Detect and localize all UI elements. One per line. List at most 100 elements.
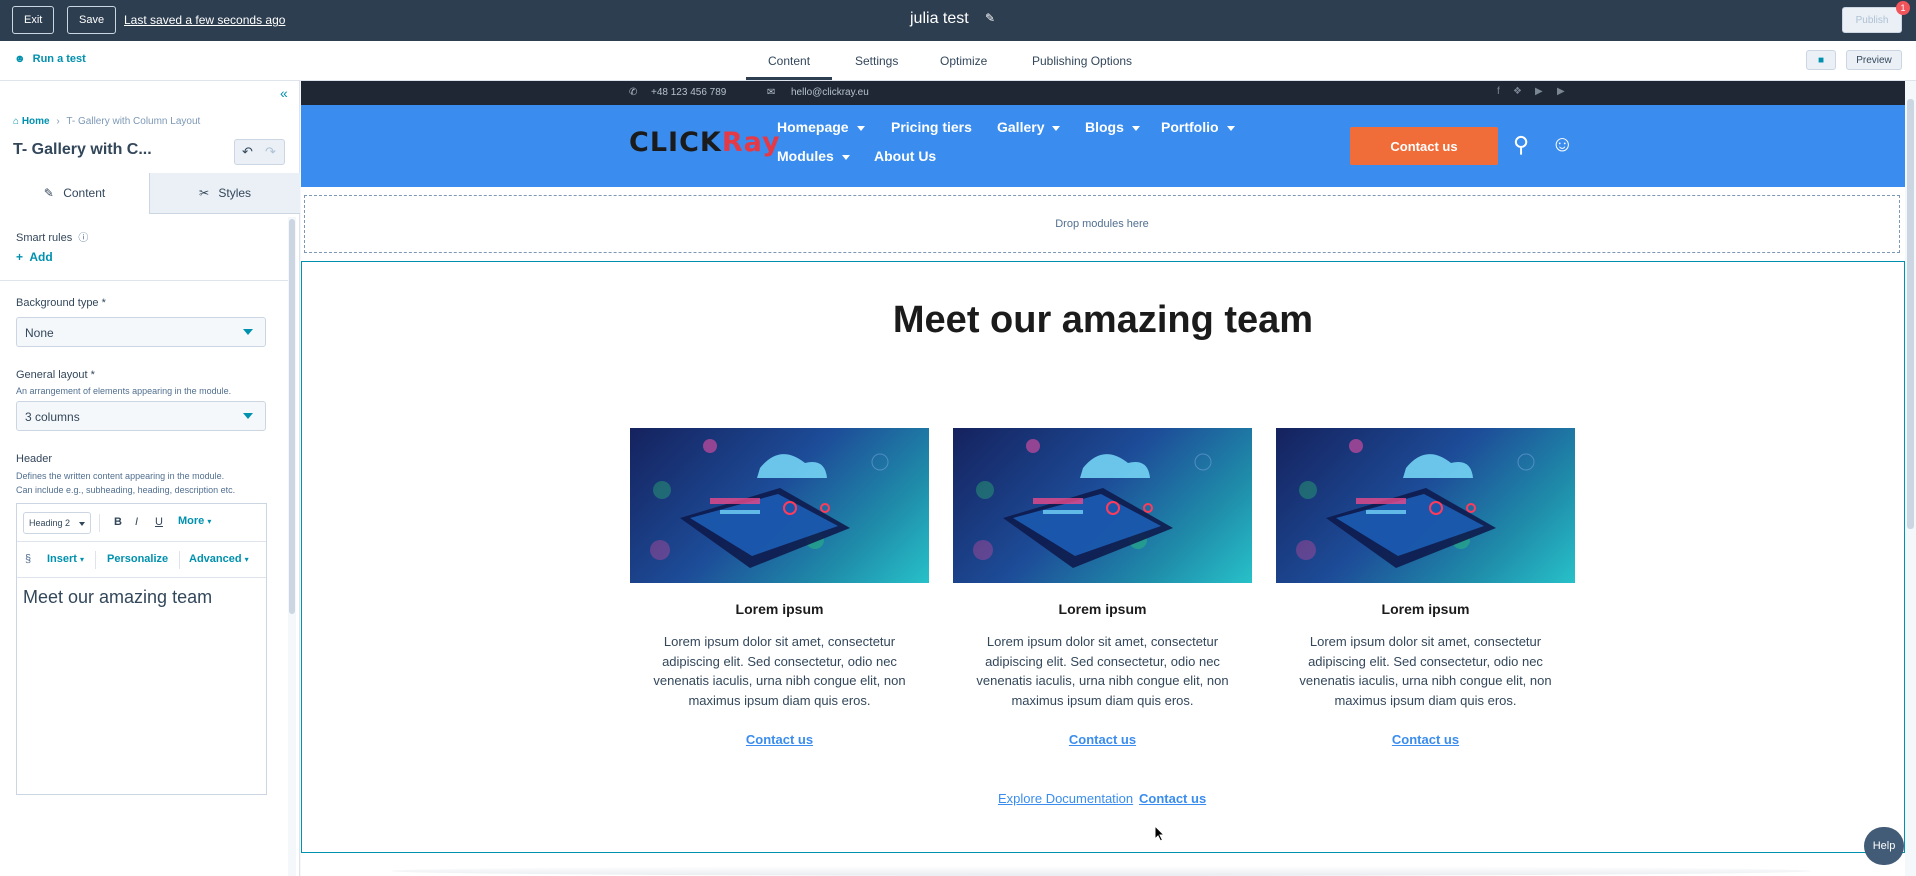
site-navigation: CLICKRay Homepage Pricing tiers Gallery … [301,105,1905,187]
nav-item-homepage[interactable]: Homepage [777,119,865,135]
panel-tab-styles[interactable]: ✂ Styles [150,173,300,214]
nav-item-gallery[interactable]: Gallery [997,119,1061,135]
advanced-menu[interactable]: Advanced ▾ [189,553,249,565]
info-icon[interactable]: ⓘ [78,233,88,244]
card-description: Lorem ipsum dolor sit amet, consectetur … [1276,632,1575,710]
chevron-down-icon [79,522,85,526]
tab-settings[interactable]: Settings [855,54,898,68]
breadcrumb-separator: › [56,116,60,127]
underline-button[interactable]: U [155,516,163,528]
card-description-line: adipiscing elit. Sed consectetur, odio n… [662,653,897,669]
card-description-line: Lorem ipsum dolor sit amet, consectetur [1309,634,1542,649]
nav-item-pricing-tiers[interactable]: Pricing tiers [891,119,972,135]
card-description-line: venenatis iaculis, urna nibh congue elit… [976,673,1229,688]
card-name: Lorem ipsum [1058,601,1147,617]
background-type-select[interactable]: None [16,317,266,347]
card-description-line: adipiscing elit. Sed consectetur, odio n… [985,653,1220,669]
last-saved-link[interactable]: Last saved a few seconds ago [124,13,285,27]
redo-icon[interactable]: ↷ [265,144,276,160]
chevron-down-icon: ▾ [207,517,212,526]
twitter-icon[interactable]: ❖ [1513,86,1522,97]
nav-label: Modules [777,148,834,164]
top-bar: Exit Save Last saved a few seconds ago j… [0,0,1916,41]
header-label: Header [16,453,53,465]
clickray-logo[interactable]: CLICKRay [629,127,781,158]
save-button[interactable]: Save [67,6,117,34]
card-description-line: Lorem ipsum dolor sit amet, consectetur [663,634,896,649]
italic-button[interactable]: I [135,516,138,528]
edit-title-pencil-icon[interactable]: ✎ [985,11,995,25]
panel-tab-content[interactable]: ✎ Content [0,173,150,214]
more-menu[interactable]: More ▾ [178,515,211,527]
toolbar-separator [95,551,96,569]
card-contact-link[interactable]: Contact us [953,732,1252,747]
home-icon: ⌂ [13,116,20,127]
add-smart-rule-button[interactable]: + Add [16,250,53,264]
bold-button[interactable]: B [114,516,122,528]
undo-icon[interactable]: ↶ [242,144,253,160]
card-contact-link[interactable]: Contact us [1276,732,1575,747]
tab-publishing-options[interactable]: Publishing Options [1032,54,1132,68]
card-contact-link[interactable]: Contact us [630,732,929,747]
footer-contact-link[interactable]: Contact us [1139,791,1206,806]
advanced-label: Advanced [189,553,242,565]
youtube-icon[interactable]: ▶ [1557,86,1565,97]
source-code-icon[interactable]: § [25,553,31,565]
nav-item-modules[interactable]: Modules [777,148,850,164]
breadcrumb-home[interactable]: Home [22,116,50,127]
personalize-button[interactable]: Personalize [107,553,168,565]
user-account-icon[interactable]: ☺ [1551,131,1573,157]
panel-tab-content-label: Content [63,186,106,200]
general-layout-select[interactable]: 3 columns [16,401,266,431]
comments-button[interactable]: ■ [1806,50,1836,70]
chevron-down-icon: ▾ [80,555,85,564]
youtube-icon[interactable]: ▶ [1535,86,1543,97]
editor-nav-row: ☻ Run a test Content Settings Optimize P… [0,41,1916,81]
editor-toolbar-secondary: § Insert ▾ Personalize Advanced ▾ [17,542,266,578]
panel-tab-styles-label: Styles [218,186,252,200]
card-name: Lorem ipsum [735,601,824,617]
background-type-label: Background type * [16,297,106,309]
heading-style-select[interactable]: Heading 2 [23,512,91,534]
logo-text-ray: Ray [721,127,781,158]
drop-modules-zone[interactable]: Drop modules here [304,195,1900,253]
header-help-1: Defines the written content appearing in… [16,471,225,481]
card-description-line: maximus ipsum diam quis eros. [1011,692,1194,708]
chevron-down-icon [1052,125,1061,131]
person-icon: ☻ [14,53,26,65]
collapse-sidebar-icon[interactable]: « [280,85,288,101]
chevron-down-icon [243,413,253,419]
nav-item-blogs[interactable]: Blogs [1085,119,1140,135]
exit-button[interactable]: Exit [12,6,55,34]
chevron-down-icon [856,125,865,131]
editor-content[interactable]: Meet our amazing team [23,587,212,608]
card-description: Lorem ipsum dolor sit amet, consectetur … [630,632,929,710]
explore-documentation-link[interactable]: Explore Documentation [998,791,1133,806]
smart-rules-label: Smart rules ⓘ [16,229,88,244]
breadcrumb-current: T- Gallery with Column Layout [66,116,201,127]
facebook-icon[interactable]: f [1497,86,1500,97]
tab-optimize[interactable]: Optimize [940,54,987,68]
chevron-down-icon: ▾ [244,555,249,564]
header-contact-button[interactable]: Contact us [1350,127,1498,165]
run-test-link[interactable]: ☻ Run a test [14,53,86,65]
card-description-line: venenatis iaculis, urna nibh congue elit… [1299,673,1552,688]
gallery-image [1276,428,1575,583]
nav-label: Portfolio [1161,119,1219,135]
sidebar-scrollbar[interactable] [289,219,295,614]
left-sidebar: « ⌂ Home › T- Gallery with Column Layout… [0,81,300,876]
insert-label: Insert [47,553,77,565]
document-title[interactable]: julia test [910,10,969,28]
card-description-line: Lorem ipsum dolor sit amet, consectetur [986,634,1219,649]
styles-icon: ✂ [198,186,210,200]
help-button[interactable]: Help [1864,827,1904,865]
nav-item-about-us[interactable]: About Us [874,148,936,164]
preview-button[interactable]: Preview [1846,50,1902,70]
search-icon[interactable]: ⚲ [1513,132,1529,158]
nav-item-portfolio[interactable]: Portfolio [1161,119,1235,135]
tab-content[interactable]: Content [768,54,810,68]
canvas-scrollbar[interactable] [1907,99,1914,529]
card-description-line: maximus ipsum diam quis eros. [1334,692,1517,708]
insert-menu[interactable]: Insert ▾ [47,553,84,565]
publish-button[interactable]: Publish [1842,7,1902,33]
